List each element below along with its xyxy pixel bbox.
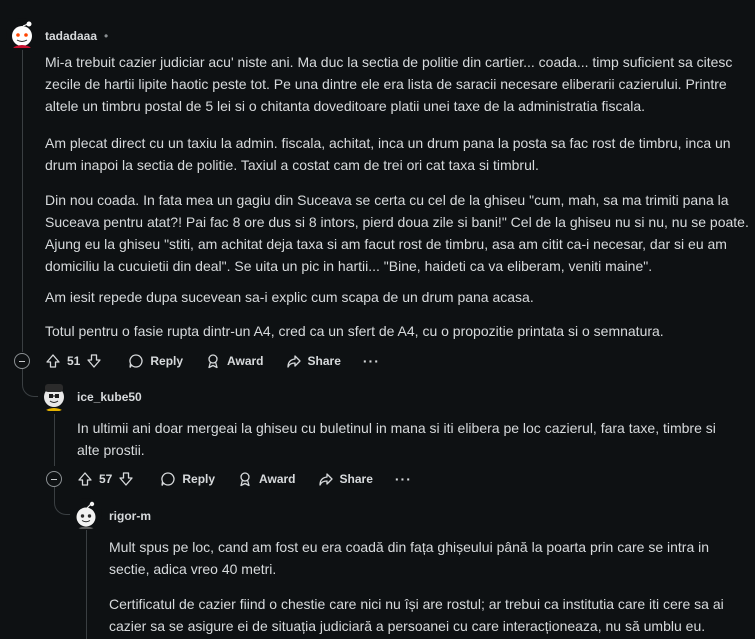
vote-group: 51 (45, 353, 102, 369)
more-options-button[interactable]: ··· (395, 471, 412, 487)
snoo-avatar-icon (76, 501, 96, 529)
award-button[interactable]: Award (237, 471, 296, 487)
avatar[interactable] (70, 498, 102, 530)
comment-paragraph: In ultimii ani doar mergeai la ghiseu cu… (77, 420, 716, 458)
award-icon (240, 472, 250, 487)
comment-paragraph: Certificatul de cazier fiind o chestie c… (109, 596, 724, 634)
comment-paragraph: Am plecat direct cu un taxiu la admin. f… (45, 135, 731, 173)
snoo-avatar-icon (12, 21, 32, 48)
downvote-icon[interactable] (118, 471, 134, 487)
vote-count: 51 (67, 354, 81, 368)
comment-bubble-icon (129, 354, 143, 368)
comment-author[interactable]: rigor-m (109, 509, 151, 523)
snoo-avatar-icon (44, 384, 64, 411)
collapse-thread-button[interactable] (14, 353, 30, 369)
reply-button[interactable]: Reply (128, 353, 183, 369)
comment-paragraph: Din nou coada. In fata mea un gagiu din … (45, 192, 749, 274)
share-button[interactable]: Share (318, 471, 373, 487)
upvote-icon[interactable] (45, 353, 61, 369)
comment-paragraph: Mi-a trebuit cazier judiciar acu' niste … (45, 54, 733, 114)
vote-group: 57 (77, 471, 134, 487)
comment-paragraph: Am iesit repede dupa sucevean sa-i expli… (45, 289, 534, 305)
upvote-icon[interactable] (77, 471, 93, 487)
award-label: Award (227, 354, 264, 368)
comment-author[interactable]: tadadaaa (45, 29, 97, 43)
reply-label: Reply (182, 472, 216, 486)
share-label: Share (339, 472, 373, 486)
award-label: Award (259, 472, 296, 486)
comment-author[interactable]: ice_kube50 (77, 390, 142, 404)
thread-line-root (22, 48, 23, 352)
thread-line-nested (86, 530, 87, 639)
avatar[interactable] (38, 380, 70, 412)
award-icon (208, 354, 218, 369)
thread-line-reply (54, 414, 55, 466)
share-icon (318, 473, 333, 486)
avatar[interactable] (6, 18, 38, 50)
comment-actions: 51 Reply Award Share ··· (45, 347, 402, 375)
vote-count: 57 (99, 472, 113, 486)
comment-bubble-icon (161, 472, 175, 486)
comment-paragraph: Mult spus pe loc, cand am fost eu era co… (109, 539, 710, 577)
separator-dot: • (104, 29, 109, 43)
reply-label: Reply (150, 354, 184, 368)
award-button[interactable]: Award (205, 353, 264, 369)
comment-paragraph: Totul pentru o fasie rupta dintr-un A4, … (45, 323, 664, 339)
share-icon (286, 355, 301, 368)
reply-button[interactable]: Reply (160, 471, 215, 487)
downvote-icon[interactable] (86, 353, 102, 369)
collapse-thread-button[interactable] (46, 471, 62, 487)
more-options-button[interactable]: ··· (363, 353, 380, 369)
share-label: Share (307, 354, 341, 368)
share-button[interactable]: Share (286, 353, 341, 369)
comment-actions: 57 Reply Award Share ··· (77, 465, 434, 493)
